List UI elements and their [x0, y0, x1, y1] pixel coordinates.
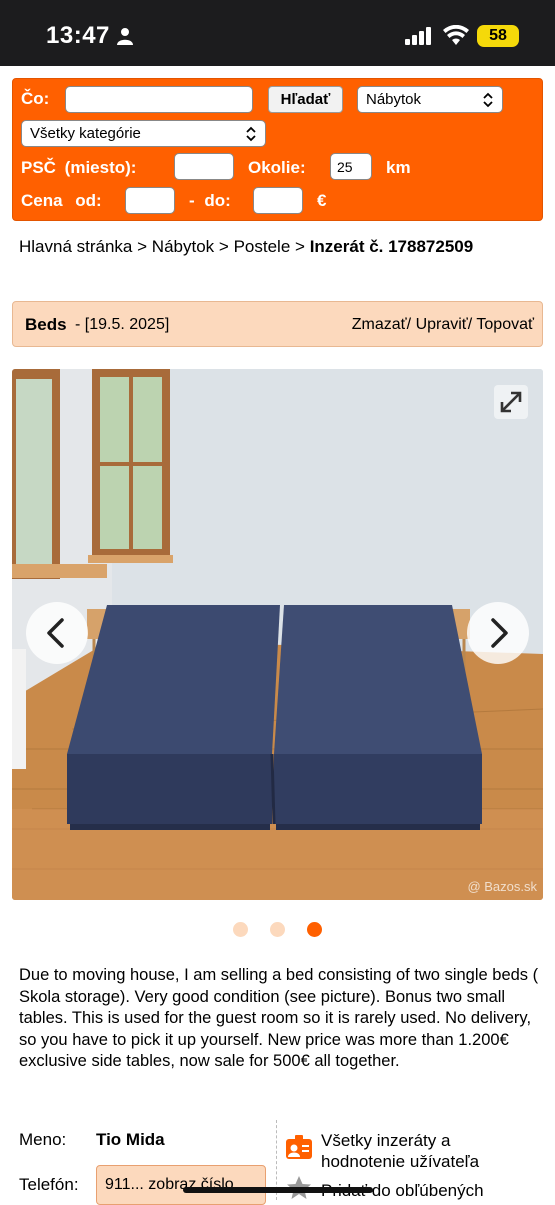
next-image-button[interactable] [467, 602, 529, 664]
cena-od-input[interactable] [125, 187, 175, 214]
cena-label: Cena od: [21, 191, 102, 210]
gallery-dots [0, 922, 555, 938]
breadcrumb-subcategory[interactable]: Postele [234, 237, 291, 256]
psc-input[interactable] [174, 153, 234, 180]
category-select[interactable]: Všetky kategórie [21, 120, 266, 147]
section-select-value: Nábytok [366, 91, 422, 108]
status-time: 13:47 [46, 22, 110, 49]
listing-photo [12, 369, 543, 900]
breadcrumb-home[interactable]: Hlavná stránka [19, 237, 132, 256]
listing-description: Due to moving house, I am selling a bed … [19, 966, 539, 1070]
psc-label: PSČ (miesto): [21, 158, 137, 177]
okolie-label: Okolie: [248, 158, 306, 177]
wifi-icon [443, 25, 469, 45]
currency-label: € [317, 191, 327, 210]
seller-name: Tio Mida [96, 1130, 165, 1149]
gallery-dot[interactable] [233, 922, 248, 937]
search-panel: Čo: Hľadať Nábytok Všetky kategórie PSČ … [12, 78, 543, 221]
expand-icon [500, 391, 522, 413]
breadcrumb-separator: > [137, 237, 148, 256]
show-phone-button[interactable]: 911... zobraz číslo [96, 1165, 266, 1205]
cena-do-input[interactable] [253, 187, 303, 214]
previous-image-button[interactable] [26, 602, 88, 664]
chevron-right-icon [491, 618, 508, 648]
co-label: Čo: [21, 89, 50, 108]
breadcrumb-separator: > [218, 237, 229, 256]
listing-actions[interactable]: Zmazať/ Upraviť/ Topovať [352, 316, 534, 334]
gallery-dot[interactable] [270, 922, 285, 937]
category-select-value: Všetky kategórie [30, 125, 141, 142]
section-select[interactable]: Nábytok [357, 86, 503, 113]
breadcrumb-separator: > [295, 237, 305, 256]
status-bar: 13:47 58 [0, 0, 555, 66]
chevron-updown-icon [246, 126, 256, 142]
signal-icon [405, 27, 431, 45]
okolie-input[interactable] [330, 153, 372, 180]
battery-indicator: 58 [477, 25, 519, 47]
breadcrumb-current: Inzerát č. 178872509 [309, 237, 474, 256]
all-ads-link[interactable]: Všetky inzeráty a hodnotenie užívateľa [321, 1130, 521, 1172]
listing-date: - [19.5. 2025] [75, 316, 170, 333]
chevron-left-icon [47, 618, 64, 648]
person-icon [117, 28, 133, 45]
image-gallery[interactable]: @ Bazos.sk [12, 369, 543, 900]
name-label: Meno: [19, 1130, 67, 1149]
gallery-dot-active[interactable] [307, 922, 322, 937]
search-input[interactable] [65, 86, 253, 113]
breadcrumb: Hlavná stránka > Nábytok > Postele > Inz… [19, 236, 539, 258]
user-ads-icon [286, 1135, 312, 1159]
listing-header: Beds - [19.5. 2025] Zmazať/ Upraviť/ Top… [12, 301, 543, 347]
fullscreen-button[interactable] [494, 385, 528, 419]
listing-title: Beds [25, 315, 67, 334]
chevron-updown-icon [483, 92, 493, 108]
search-button[interactable]: Hľadať [268, 86, 343, 113]
phone-label: Telefón: [19, 1175, 79, 1194]
watermark: @ Bazos.sk [467, 879, 537, 894]
km-label: km [386, 158, 411, 177]
home-indicator [183, 1187, 373, 1193]
do-label: - do: [189, 191, 231, 210]
breadcrumb-category[interactable]: Nábytok [152, 237, 214, 256]
